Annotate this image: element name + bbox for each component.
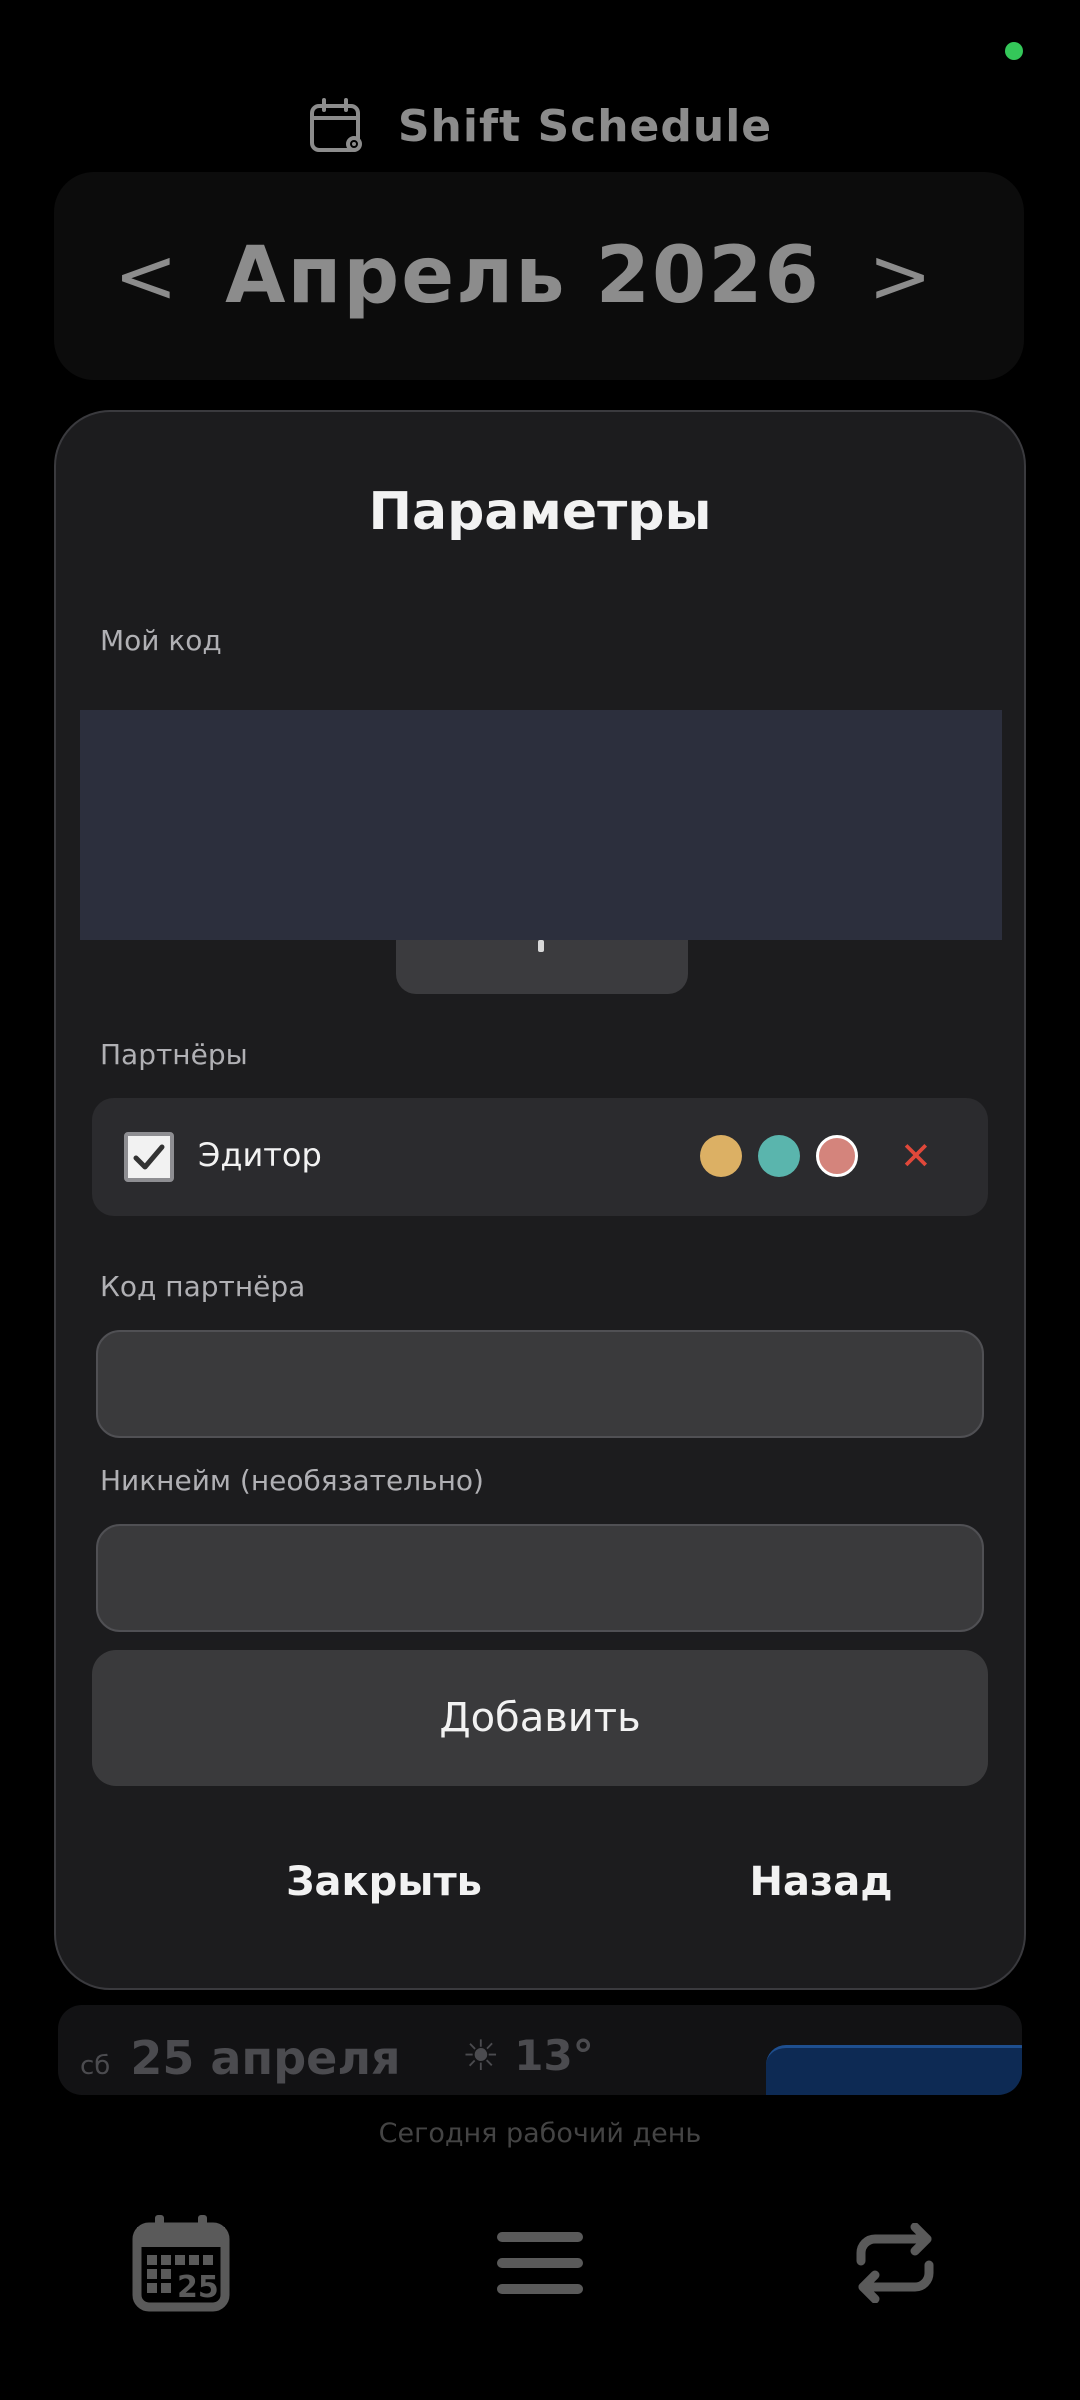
my-code-label: Мой код bbox=[100, 624, 222, 657]
status-indicator bbox=[1005, 42, 1023, 60]
partner-color-swatch-3-selected[interactable] bbox=[816, 1135, 858, 1177]
prev-month-button[interactable]: < bbox=[114, 238, 178, 314]
nav-menu-button[interactable] bbox=[475, 2200, 605, 2330]
partner-color-swatch-2[interactable] bbox=[758, 1135, 800, 1177]
partner-code-input[interactable] bbox=[96, 1330, 984, 1438]
dialog-title: Параметры bbox=[368, 482, 712, 542]
day-card-weekday: сб bbox=[80, 2051, 111, 2081]
app-title: Shift Schedule bbox=[397, 100, 773, 152]
close-button[interactable]: Закрыть bbox=[234, 1842, 534, 1922]
settings-dialog: Параметры Мой код Партнёры Эдитор ✕ Код … bbox=[54, 410, 1026, 1990]
next-month-button[interactable]: > bbox=[868, 238, 932, 314]
add-partner-button[interactable]: Добавить bbox=[92, 1650, 988, 1786]
day-card-date: сб 25 апреля bbox=[80, 2031, 401, 2085]
nickname-input[interactable] bbox=[96, 1524, 984, 1632]
day-card-date-text: 25 апреля bbox=[130, 2031, 401, 2085]
back-button[interactable]: Назад bbox=[696, 1842, 946, 1922]
nav-sync-button[interactable] bbox=[830, 2200, 960, 2330]
svg-text:25: 25 bbox=[177, 2270, 219, 2305]
day-card-weather: ☀ 13° bbox=[462, 2031, 594, 2080]
partner-color-swatch-1[interactable] bbox=[700, 1135, 742, 1177]
app-header: Shift Schedule bbox=[0, 88, 1080, 164]
partners-label: Партнёры bbox=[100, 1038, 248, 1071]
bottom-navigation: 25 bbox=[0, 2200, 1080, 2330]
today-status-text: Сегодня рабочий день bbox=[378, 2118, 702, 2149]
day-card[interactable]: сб 25 апреля ☀ 13° bbox=[58, 2005, 1022, 2095]
sync-icon bbox=[847, 2222, 943, 2307]
partner-name: Эдитор bbox=[198, 1136, 322, 1174]
copy-code-tab[interactable] bbox=[396, 940, 688, 994]
menu-icon bbox=[495, 2228, 585, 2302]
partner-checkbox[interactable] bbox=[124, 1132, 174, 1182]
calendar-25-icon: 25 bbox=[131, 2213, 231, 2317]
partner-row: Эдитор ✕ bbox=[92, 1098, 988, 1216]
current-month-label: Апрель 2026 bbox=[225, 231, 821, 321]
checkmark-icon bbox=[133, 1144, 165, 1170]
partner-code-label: Код партнёра bbox=[100, 1270, 306, 1303]
remove-partner-close-icon[interactable]: ✕ bbox=[900, 1128, 932, 1184]
day-card-action-button[interactable] bbox=[766, 2045, 1022, 2095]
my-code-panel bbox=[80, 710, 1002, 940]
calendar-gear-icon bbox=[308, 96, 368, 156]
nav-calendar-button[interactable]: 25 bbox=[116, 2200, 246, 2330]
month-navigation: < Апрель 2026 > bbox=[54, 172, 1024, 380]
nickname-label: Никнейм (необязательно) bbox=[100, 1464, 484, 1497]
